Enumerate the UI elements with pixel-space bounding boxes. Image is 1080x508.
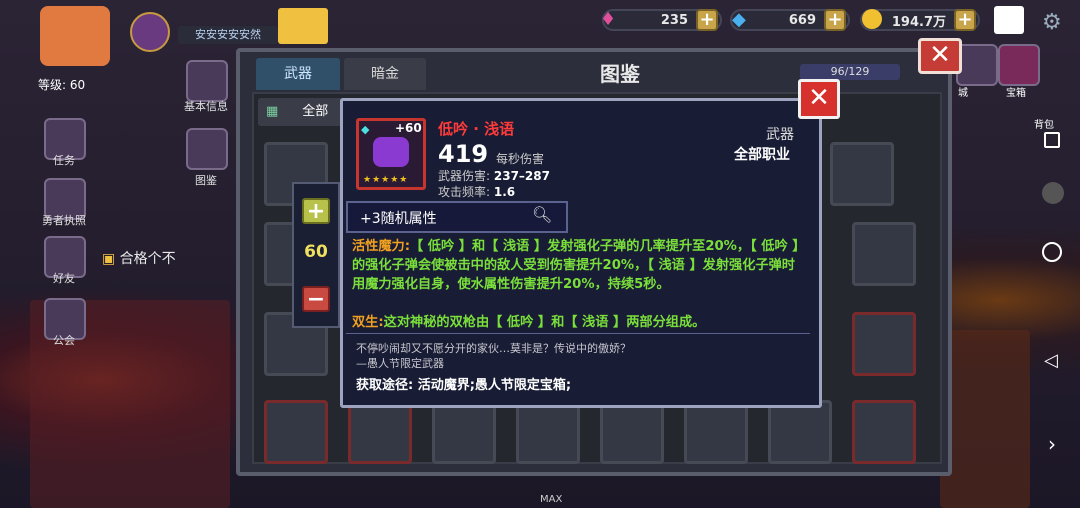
skill-1: 活性魔力:【 低吟 】和【 浅语 】发射强化子弹的几率提升至20%，【 低吟 】… [352,237,808,294]
weapon-slot[interactable] [348,400,412,464]
add-gems-button[interactable]: + [696,9,718,31]
flavor-text-2: —愚人节限定武器 [356,357,444,370]
top-bar: 等级: 60 安安安安安然 235 ♦ + 669 ◆ + 194.7万 + [0,0,1080,92]
level-minus-button[interactable]: − [302,286,330,312]
close-codex-button[interactable]: ✕ [918,38,962,74]
hero-license-label: 勇者执照 [42,214,86,227]
weapon-icon-box: ◆ +60 ★★★★★ [356,118,426,190]
add-diamonds-button[interactable]: + [824,9,846,31]
add-coins-button[interactable]: + [954,9,976,31]
weapon-slot[interactable] [600,400,664,464]
weapon-type: 武器 [766,127,794,143]
grid-menu-icon[interactable] [1042,182,1064,204]
basic-info-icon[interactable] [186,60,228,102]
max-label: MAX [540,494,563,505]
city-label: 城 [958,88,968,99]
magnifier-icon[interactable]: 🔍︎ [532,205,552,224]
close-popup-button[interactable]: ✕ [798,79,840,119]
weapon-slot[interactable] [852,312,916,376]
mail-icon[interactable] [994,6,1024,34]
filter-dropdown-1[interactable]: ▦ 全部 [258,98,348,126]
dps-label: 每秒伤害 [496,152,545,166]
weapon-stars: ★★★★★ [363,175,409,185]
codex-progress: 96/129 [800,64,900,80]
system-nav-bar: ⚙ ◁ › [1022,0,1080,508]
guild-label: 公会 [53,334,75,347]
skill-2-name: 双生: [352,315,384,330]
chat-icon: ▣ [102,251,120,267]
weapon-class: 全部职业 [734,147,790,163]
gem-icon: ♦ [600,9,617,30]
codex-icon[interactable] [186,128,228,170]
codex-label: 图鉴 [195,174,217,187]
skill-1-name: 活性魔力: [352,239,411,254]
quest-label: 任务 [53,154,75,167]
weapon-dps: 419 [438,140,489,168]
player-avatar[interactable] [40,6,110,66]
obtain-row: 获取途径: 活动魔界;愚人节限定宝箱; [356,378,572,393]
divider [346,333,810,334]
tab-dark-gold[interactable]: 暗金 [344,58,426,90]
back-icon[interactable]: ◁ [1044,350,1058,371]
flavor-text-1: 不停吵闹却又不愿分开的家伙…莫非是？传说中的傲娇？ [356,342,631,355]
weapon-name: 低吟 · 浅语 [438,120,515,138]
twin-pistols-icon [373,137,409,167]
coin-icon [862,9,882,29]
friends-label: 好友 [53,272,75,285]
level-value: 60 [304,242,328,262]
hero-decor [940,330,1030,508]
weapon-slot[interactable] [852,222,916,286]
weapon-slot[interactable] [768,400,832,464]
tab-weapons[interactable]: 武器 [256,58,340,90]
weapon-rate-row: 攻击频率: 1.6 [438,185,516,199]
skill-2: 双生:这对神秘的双枪由【 低吟 】和【 浅语 】两部分组成。 [352,313,808,332]
player-name: 安安安安安然 [178,26,278,44]
weapon-upgrade: +60 [395,121,422,135]
weapon-damage-row: 武器伤害: 237–287 [438,169,550,183]
rank-emblem-icon[interactable] [130,12,170,52]
event-banner-icon[interactable] [278,8,328,44]
random-attribute-box[interactable]: +3随机属性 🔍︎ [346,201,568,233]
weapon-slot[interactable] [852,400,916,464]
weapon-slot[interactable] [830,142,894,206]
chevron-right-icon[interactable]: › [1048,432,1056,456]
random-attribute-label: +3随机属性 [360,211,437,227]
basic-info-label: 基本信息 [184,100,228,113]
recent-apps-icon[interactable] [1044,132,1060,148]
skill-2-text: 这对神秘的双枪由【 低吟 】和【 浅语 】两部分组成。 [383,315,706,330]
player-level: 等级: 60 [38,78,86,92]
weapon-slot[interactable] [432,400,496,464]
codex-title: 图鉴 [600,62,640,86]
level-plus-button[interactable]: + [302,198,330,224]
city-icon[interactable] [956,44,998,86]
diamond-badge-icon: ◆ [361,123,370,136]
chat-hint[interactable]: ▣ 合格个不 [102,248,176,268]
weapon-slot[interactable] [516,400,580,464]
filter-icon: ▦ [266,104,279,119]
skill-1-text: 【 低吟 】和【 浅语 】发射强化子弹的几率提升至20%，【 低吟 】的强化子弹… [352,239,806,292]
diamond-icon: ◆ [732,9,746,30]
settings-gear-icon[interactable]: ⚙ [1042,10,1062,35]
weapon-slot[interactable] [264,400,328,464]
weapon-slot[interactable] [684,400,748,464]
home-icon[interactable] [1042,242,1062,262]
